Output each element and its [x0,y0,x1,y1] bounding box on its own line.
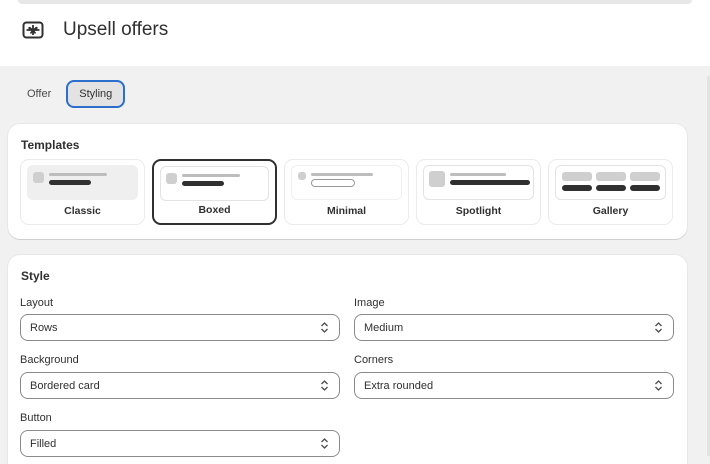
chevron-up-down-icon [655,322,662,333]
template-label: Spotlight [455,205,502,217]
tab-bar: Offer Styling [18,80,126,108]
tab-offer[interactable]: Offer [18,80,60,108]
tab-styling[interactable]: Styling [66,80,126,108]
chevron-up-down-icon [655,380,662,391]
image-label: Image [354,297,385,309]
gift-box-icon [22,19,44,41]
style-card: Style Layout Rows Image Medium Backgroun… [8,255,687,464]
chevron-up-down-icon [321,322,328,333]
header-divider [18,0,692,4]
corners-value: Extra rounded [364,379,434,392]
templates-heading: Templates [21,138,80,152]
template-label: Classic [64,205,101,217]
title-row: Upsell offers [22,19,168,41]
layout-value: Rows [30,321,58,334]
template-classic[interactable]: Classic [20,159,145,225]
chevron-up-down-icon [321,380,328,391]
template-minimal[interactable]: Minimal [284,159,409,225]
button-style-select[interactable]: Filled [20,430,340,457]
corners-label: Corners [354,354,394,366]
corners-select[interactable]: Extra rounded [354,372,674,399]
page-title: Upsell offers [63,19,169,40]
template-preview [555,165,666,200]
template-spotlight[interactable]: Spotlight [416,159,541,225]
button-style-value: Filled [30,437,57,450]
template-boxed[interactable]: Boxed [152,159,277,225]
templates-card: Templates Classic Boxed Minimal Spotligh… [8,124,687,239]
image-select[interactable]: Medium [354,314,674,341]
template-label: Boxed [198,204,231,216]
background-select[interactable]: Bordered card [20,372,340,399]
template-label: Minimal [326,205,367,217]
template-label: Gallery [592,205,629,217]
template-options: Classic Boxed Minimal Spotlight Gallery [20,159,673,225]
template-preview [291,165,402,200]
background-label: Background [20,354,79,366]
template-preview [160,166,269,201]
layout-label: Layout [20,297,54,309]
main-content: Offer Styling Templates Classic Boxed Mi… [0,66,710,464]
template-preview [423,165,534,200]
image-value: Medium [364,321,404,334]
page-header: Upsell offers [0,0,710,66]
chevron-up-down-icon [321,438,328,449]
background-value: Bordered card [30,379,100,392]
button-style-label: Button [20,412,52,424]
template-gallery[interactable]: Gallery [548,159,673,225]
style-heading: Style [21,269,50,283]
template-preview [27,165,138,200]
layout-select[interactable]: Rows [20,314,340,341]
